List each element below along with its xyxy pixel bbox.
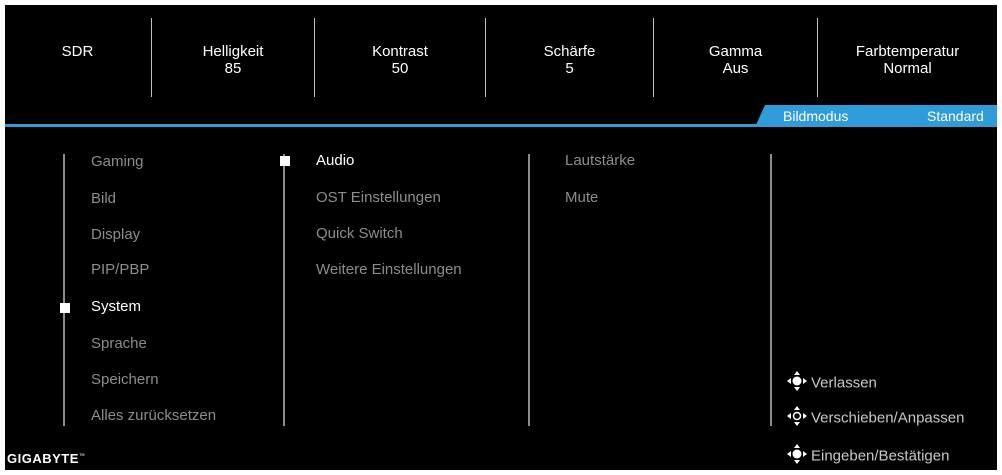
- hint-move: Verschieben/Anpassen: [787, 406, 964, 431]
- submenu-item-audio[interactable]: Audio: [316, 152, 354, 170]
- menu-item-pip-pbp[interactable]: PIP/PBP: [91, 261, 149, 279]
- joystick-icon: [787, 406, 811, 431]
- hint-enter-label: Eingeben/Bestätigen: [811, 447, 950, 465]
- header-sdr-label: SDR: [61, 43, 94, 60]
- header-sharpness-label: Schärfe: [543, 43, 596, 60]
- header-brightness: Helligkeit 85: [152, 43, 314, 77]
- option-mute[interactable]: Mute: [565, 189, 598, 207]
- menu-item-display[interactable]: Display: [91, 226, 140, 244]
- header-sharpness-value: 5: [565, 60, 574, 77]
- osd-window: SDR Helligkeit 85 Kontrast 50 Schärfe 5 …: [5, 5, 997, 470]
- header-gamma-value: Aus: [722, 60, 749, 77]
- tab-notch: [755, 105, 765, 127]
- header-contrast: Kontrast 50: [315, 43, 485, 77]
- picture-info-header: SDR Helligkeit 85 Kontrast 50 Schärfe 5 …: [5, 5, 997, 102]
- option-volume[interactable]: Lautstärke: [565, 152, 635, 170]
- joystick-icon: [787, 444, 811, 469]
- header-color-temp-value: Normal: [883, 60, 932, 77]
- gigabyte-logo: GIGABYTE™: [7, 451, 85, 466]
- column-divider: [770, 154, 772, 426]
- menu-item-bild[interactable]: Bild: [91, 190, 116, 208]
- column-divider: [63, 154, 65, 426]
- hint-exit: Verlassen: [787, 371, 877, 396]
- hint-enter: Eingeben/Bestätigen: [787, 444, 949, 469]
- picture-mode-label: Bildmodus: [783, 108, 849, 124]
- header-color-temp: Farbtemperatur Normal: [818, 43, 997, 77]
- header-contrast-value: 50: [391, 60, 409, 77]
- submenu-item-ost[interactable]: OST Einstellungen: [316, 189, 441, 207]
- header-color-temp-label: Farbtemperatur: [855, 43, 960, 60]
- header-brightness-value: 85: [224, 60, 242, 77]
- column-divider: [283, 154, 285, 426]
- header-sdr: SDR: [5, 43, 150, 60]
- selection-marker: [280, 156, 290, 166]
- submenu-item-quick-switch[interactable]: Quick Switch: [316, 225, 403, 243]
- header-gamma-label: Gamma: [708, 43, 763, 60]
- header-gamma: Gamma Aus: [654, 43, 817, 77]
- column-divider: [528, 154, 530, 426]
- selection-marker: [60, 303, 70, 313]
- menu-item-gaming[interactable]: Gaming: [91, 153, 144, 171]
- submenu-item-more-settings[interactable]: Weitere Einstellungen: [316, 261, 462, 279]
- hint-move-label: Verschieben/Anpassen: [811, 409, 965, 427]
- joystick-icon: [787, 371, 811, 396]
- menu-item-reset-all[interactable]: Alles zurücksetzen: [91, 407, 216, 425]
- logo-trademark: ™: [78, 453, 86, 460]
- header-sharpness: Schärfe 5: [486, 43, 653, 77]
- header-brightness-label: Helligkeit: [202, 43, 264, 60]
- logo-text: GIGABYTE: [7, 451, 79, 466]
- menu-item-system[interactable]: System: [91, 298, 141, 316]
- header-contrast-label: Kontrast: [372, 43, 428, 60]
- menu-item-sprache[interactable]: Sprache: [91, 335, 147, 353]
- picture-mode-value: Standard: [927, 108, 984, 124]
- hint-exit-label: Verlassen: [811, 374, 877, 392]
- menu-item-speichern[interactable]: Speichern: [91, 371, 159, 389]
- picture-mode-tab: Bildmodus Standard: [755, 105, 997, 127]
